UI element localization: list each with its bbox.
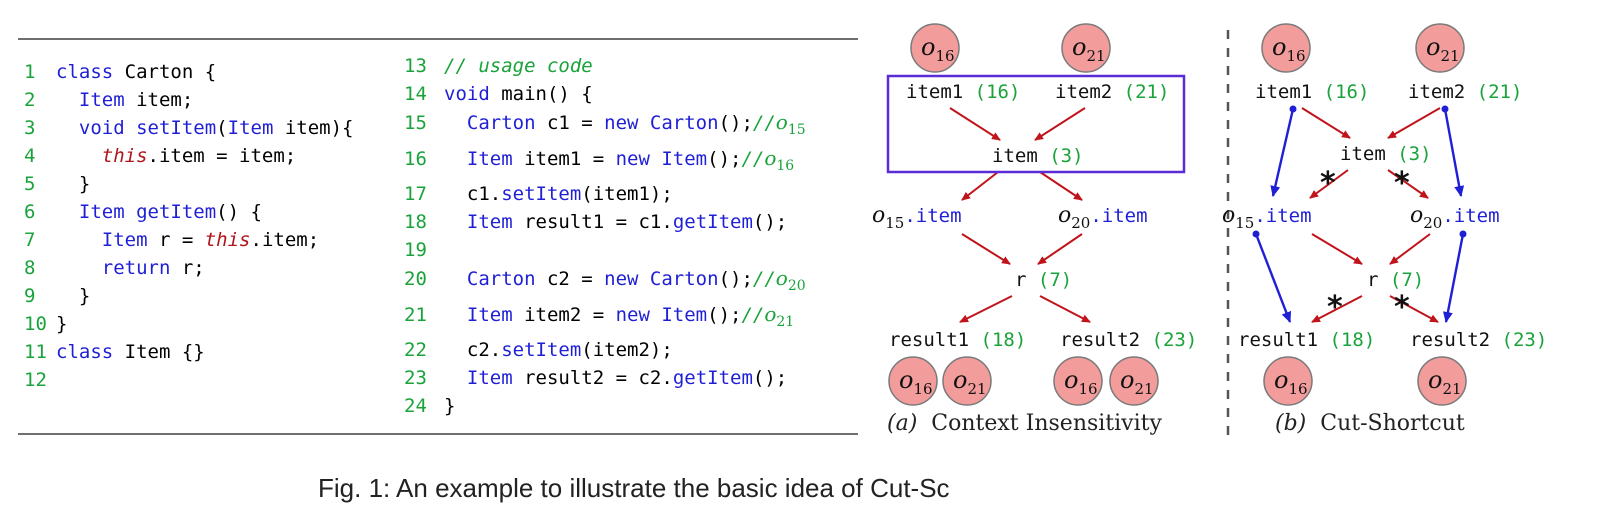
edge-o20-r-a xyxy=(1037,233,1083,265)
node-o20-item-a: o20.item xyxy=(1058,203,1148,232)
shortcut-item2-o20 xyxy=(1443,108,1465,197)
edge-item-o15-a xyxy=(961,171,999,201)
edge-r-result2-a xyxy=(1039,295,1091,323)
node-item2-b: item2 (21) xyxy=(1408,81,1522,103)
node-result2-b: result2 (23) xyxy=(1410,329,1547,351)
caption-b-label: (b) xyxy=(1275,411,1307,436)
shortcut-o20-result2 xyxy=(1442,233,1465,323)
edge-item2-item-b xyxy=(1387,107,1441,139)
caption-b-text: Cut-Shortcut xyxy=(1320,411,1465,436)
node-result1-b: result1 (18) xyxy=(1238,329,1375,351)
node-item1-a: item1 (16) xyxy=(906,81,1020,103)
edge-item-o20-a xyxy=(1039,171,1083,201)
cut-mark-item-o15: * xyxy=(1320,166,1336,201)
edge-item1-item-b xyxy=(1301,107,1351,139)
node-item2-a: item2 (21) xyxy=(1055,81,1169,103)
caption-a-text: Context Insensitivity xyxy=(931,411,1162,436)
caption-a-label: (a) xyxy=(887,411,918,436)
node-o20-item-b: o20.item xyxy=(1410,203,1500,232)
caption-a: (a) Context Insensitivity xyxy=(887,411,1162,436)
shortcut-o15-result1 xyxy=(1254,233,1292,323)
node-r-b: r (7) xyxy=(1367,269,1424,291)
cut-mark-r-result2: * xyxy=(1394,290,1410,325)
node-o15-item-b: o15.item xyxy=(1222,203,1312,232)
node-result2-a: result2 (23) xyxy=(1060,329,1197,351)
edge-item2-item-a xyxy=(1034,107,1086,141)
node-item-a: item (3) xyxy=(992,145,1084,167)
node-item1-b: item1 (16) xyxy=(1255,81,1369,103)
edge-o20-r-b xyxy=(1389,233,1431,265)
edge-o15-r-b xyxy=(1311,233,1363,265)
edge-item1-item-a xyxy=(949,107,1001,141)
shortcut-item1-o15 xyxy=(1270,108,1295,197)
edge-o15-r-a xyxy=(961,233,1011,265)
cut-mark-item-o20: * xyxy=(1394,166,1410,201)
cut-mark-r-result1: * xyxy=(1327,290,1343,325)
node-result1-a: result1 (18) xyxy=(889,329,1026,351)
node-item-b: item (3) xyxy=(1340,143,1432,165)
node-o15-item-a: o15.item xyxy=(872,203,962,232)
edge-r-result1-a xyxy=(959,295,1013,323)
figure-caption: Fig. 1: An example to illustrate the bas… xyxy=(318,473,950,503)
points-to-graphs: * ** * o16 o21item1 (16) item2 (21)item (3)o… xyxy=(872,23,1547,440)
node-r-a: r (7) xyxy=(1015,269,1072,291)
caption-b: (b) Cut-Shortcut xyxy=(1275,411,1465,436)
